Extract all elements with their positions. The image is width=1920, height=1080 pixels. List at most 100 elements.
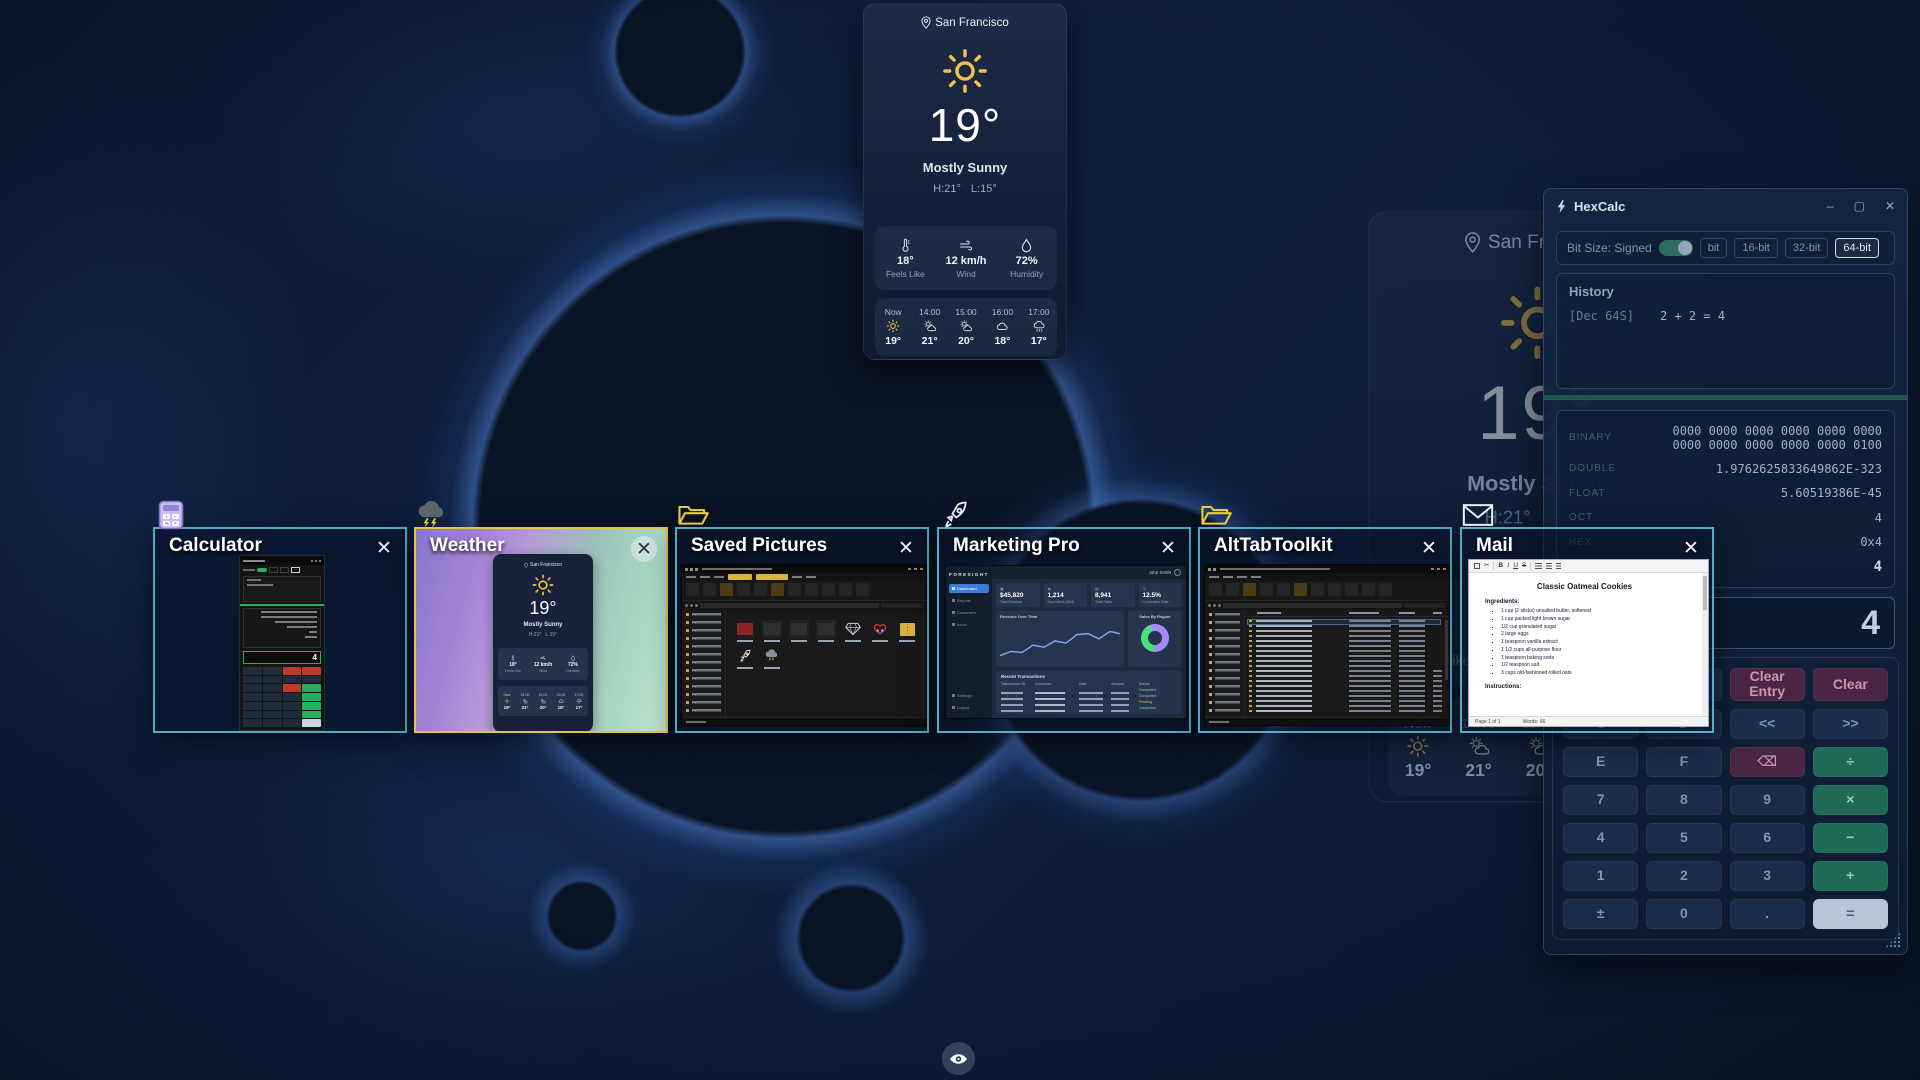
- mini-temperature: 19°: [529, 598, 557, 618]
- hour-temp: 19°: [885, 335, 902, 347]
- stat-card: ◉ 1,214 New Users (30d): [1043, 583, 1087, 607]
- user-name: John Smith: [1148, 570, 1171, 575]
- ingredient: 1/2 teaspoon salt: [1501, 662, 1684, 670]
- ingredient: 1 teaspoon baking soda: [1501, 655, 1684, 663]
- align-left-icon: [1535, 563, 1543, 569]
- list-column-headers: [1245, 610, 1449, 617]
- mini-display: 4: [243, 651, 321, 664]
- file-icons-column: [1249, 620, 1252, 715]
- hourly-1500: 15:00 20°: [948, 298, 984, 356]
- mini-hour-temp: 18°: [557, 704, 565, 710]
- humidity-stat: 72% Humidity: [996, 226, 1057, 290]
- sales-by-region-card: Sales By Region: [1127, 611, 1182, 667]
- wind-icon: [959, 238, 974, 253]
- word-count: Words: 66: [1522, 718, 1546, 725]
- type-column: [1399, 620, 1425, 715]
- mini-history: [243, 576, 321, 602]
- scrollbar: [1445, 620, 1448, 680]
- scrollbar-thumb: [1703, 576, 1707, 610]
- mini-explorer-tabs: [682, 573, 926, 581]
- ingredient: 1 cup packed light brown sugar: [1501, 616, 1684, 624]
- marketing-pro-thumbnail: FORESIGHT Dashboard Reports Customers In…: [939, 529, 1189, 731]
- date-column: [1349, 620, 1391, 715]
- ingredient: 1 cup (2 sticks) unsalted butter, soften…: [1501, 608, 1684, 616]
- weather-location: San Francisco: [935, 16, 1009, 29]
- mini-weather-widget: San Francisco 19° Mostly Sunny H:21° L:1…: [493, 554, 593, 731]
- stat-card: ▣ $45,820 Total Revenue: [996, 583, 1040, 607]
- mini-explorer-addressbar: [1205, 601, 1449, 610]
- heart-image-tile: [869, 620, 891, 642]
- file-tile: [761, 620, 783, 642]
- chart-title: Revenue Over Time: [1000, 614, 1038, 619]
- saved-pictures-thumbnail: [677, 529, 927, 731]
- close-icon[interactable]: ✕: [1155, 535, 1181, 561]
- stat-card: % 12.5% Conversion Rate: [1138, 583, 1182, 607]
- card-title: Marketing Pro: [953, 535, 1080, 556]
- folder-icon: [1200, 500, 1232, 530]
- close-icon[interactable]: ✕: [631, 536, 657, 562]
- paste-icon: [1474, 563, 1480, 569]
- weather-widget: San Francisco 19° Mostly Sunny H:21° L:1…: [863, 3, 1067, 360]
- feels-like-stat: 18° Feels Like: [875, 226, 936, 290]
- card-title: Weather: [430, 535, 505, 556]
- task-card-saved-pictures[interactable]: Saved Pictures ✕: [675, 505, 929, 733]
- hour-time: 15:00: [955, 307, 977, 317]
- mini-location: San Francisco: [493, 562, 593, 568]
- mini-high: H:21°: [528, 632, 542, 638]
- close-icon[interactable]: ✕: [1416, 535, 1442, 561]
- nav-settings: Settings: [949, 691, 989, 700]
- brand-logo: FORESIGHT: [949, 572, 989, 577]
- nav-customers: Customers: [949, 608, 989, 617]
- thermometer-icon: [898, 238, 913, 253]
- mini-high-low: H:21° L:15°: [493, 632, 593, 638]
- mini-hour-time: 15:00: [538, 692, 548, 697]
- card-title: Saved Pictures: [691, 535, 828, 556]
- mini-hour-temp: 21°: [521, 704, 529, 710]
- mini-explorer-titlebar: [1205, 565, 1449, 573]
- task-card-calculator[interactable]: + −% = 4 Calculator ✕: [153, 500, 407, 733]
- mini-file-list: [1245, 610, 1449, 717]
- close-icon[interactable]: ✕: [371, 535, 397, 561]
- cut-icon: ✂: [1484, 561, 1490, 569]
- mini-explorer-statusbar: [682, 717, 926, 725]
- mini-hexcalc-window: 4: [239, 555, 325, 731]
- weather-hourly-card: Now 19° 14:00 21° 15:00 20° 16:00 18° 17…: [875, 298, 1057, 356]
- task-card-weather[interactable]: San Francisco 19° Mostly Sunny H:21° L:1…: [414, 500, 668, 733]
- mini-feels-like: 18° Feels Like: [498, 648, 528, 680]
- ingredient: 1 1/2 cups all-purpose flour: [1501, 647, 1684, 655]
- mini-hour: 16:00 18°: [552, 686, 570, 716]
- weather-stats-card: 18° Feels Like 12 km/h Wind 72% Humidity: [875, 226, 1057, 290]
- strikethrough-icon: S: [1522, 561, 1527, 569]
- mini-location-text: San Francisco: [530, 562, 562, 568]
- svg-text:−: −: [174, 514, 177, 519]
- mini-explorer-statusbar: [1205, 717, 1449, 725]
- alttabtoolkit-thumbnail: [1200, 529, 1450, 731]
- sunny-icon: [532, 574, 554, 596]
- mini-file-grid: [726, 610, 926, 717]
- close-icon[interactable]: ✕: [1678, 535, 1704, 561]
- sunny-icon: [886, 319, 900, 333]
- close-icon[interactable]: ✕: [893, 535, 919, 561]
- file-tile: [815, 620, 837, 642]
- transactions-card: Recent Transactions Transaction ID Custom…: [996, 671, 1182, 714]
- weather-high-low: H:21° L:15°: [864, 183, 1066, 195]
- underline-icon: U: [1513, 561, 1519, 569]
- stat-value: 18°: [897, 254, 914, 267]
- stat-value: 72%: [1015, 254, 1038, 267]
- wind-stat: 12 km/h Wind: [936, 226, 997, 290]
- task-card-alttabtoolkit[interactable]: AltTabToolkit ✕: [1198, 505, 1452, 733]
- droplet-icon: [1019, 238, 1034, 253]
- mini-explorer-titlebar: [682, 565, 926, 573]
- envelope-icon: [1462, 500, 1494, 530]
- task-card-mail[interactable]: ✂ B I U S Classic Oatmeal Cookies Ingred…: [1460, 504, 1714, 733]
- mini-doc-toolbar: ✂ B I U S: [1469, 560, 1708, 573]
- peek-eye-button[interactable]: [942, 1042, 975, 1075]
- svg-text:%: %: [165, 521, 169, 526]
- mini-low: L:15°: [545, 632, 558, 638]
- calculator-thumbnail: 4: [155, 529, 405, 731]
- mini-keypad: [243, 667, 321, 727]
- nav-inbox: Inbox: [949, 620, 989, 629]
- mini-explorer-window: [681, 564, 927, 726]
- donut-title: Sales By Region: [1139, 614, 1171, 619]
- task-card-marketing-pro[interactable]: FORESIGHT Dashboard Reports Customers In…: [937, 501, 1191, 733]
